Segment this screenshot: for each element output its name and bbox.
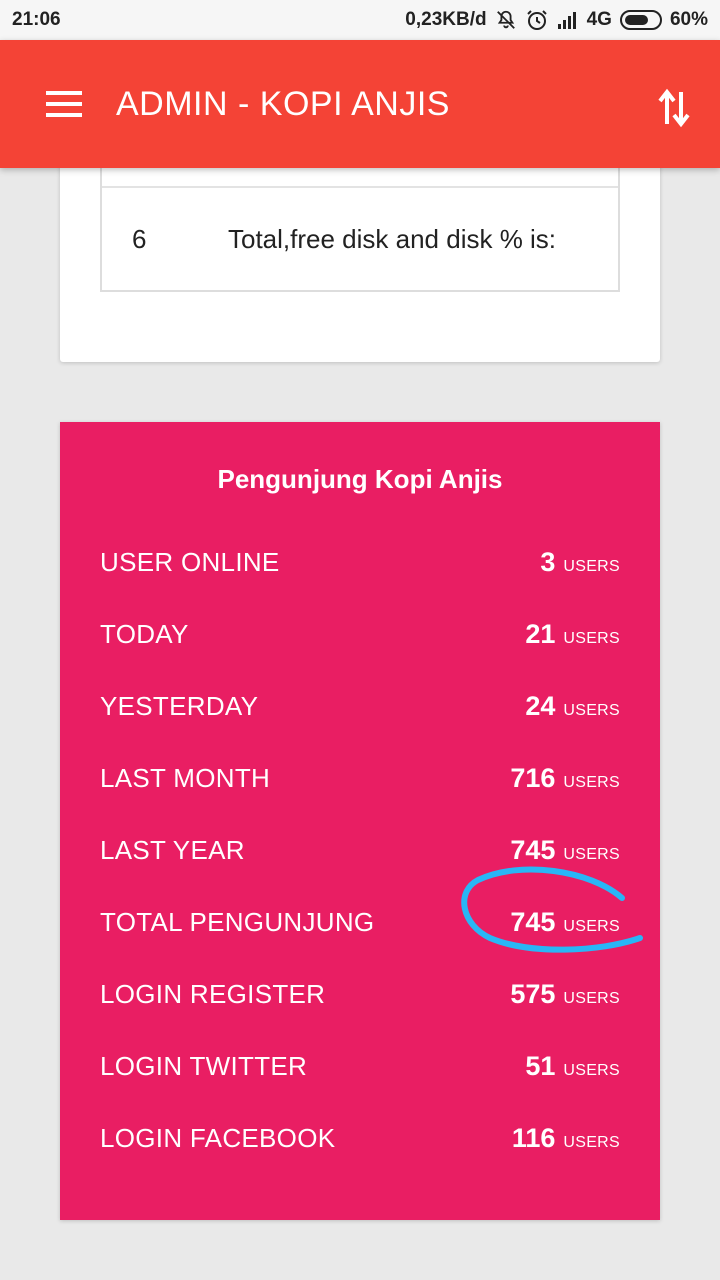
stat-label: LAST MONTH [100,762,271,793]
stat-unit: USERS [563,773,620,791]
stat-label: TODAY [100,618,189,649]
stat-label: LOGIN FACEBOOK [100,1122,336,1153]
stat-value: 745 [510,834,556,865]
app-title: ADMIN - KOPI ANJIS [116,84,450,123]
battery-icon [619,10,662,30]
table-row: 6 Total,free disk and disk % is: [102,186,618,290]
stat-unit: USERS [563,917,620,935]
stat-row-today: TODAY 21 USERS [100,614,620,654]
stat-row-yesterday: YESTERDAY 24 USERS [100,686,620,726]
swap-vertical-icon[interactable] [658,88,690,128]
stat-value: 716 [510,762,556,793]
app-bar: ADMIN - KOPI ANJIS [0,40,720,168]
stat-value: 3 [540,546,556,577]
stat-row-login-twitter: LOGIN TWITTER 51 USERS [100,1046,620,1086]
visitors-card: Pengunjung Kopi Anjis USER ONLINE 3 USERS… [60,422,660,1220]
stat-row-total-pengunjung: TOTAL PENGUNJUNG 745 USERS [100,902,620,942]
stat-row-last-year: LAST YEAR 745 USERS [100,830,620,870]
network-speed: 0,23KB/d [405,9,487,30]
visitors-title: Pengunjung Kopi Anjis [217,464,503,494]
stat-unit: USERS [563,557,620,575]
stat-row-last-month: LAST MONTH 716 USERS [100,758,620,798]
stat-label: USER ONLINE [100,546,280,577]
stat-row-login-facebook: LOGIN FACEBOOK 116 USERS [100,1118,620,1158]
alarm-icon [525,8,549,32]
battery-percent: 60% [669,9,708,30]
stat-label: LAST YEAR [100,834,245,865]
stat-unit: USERS [563,1061,620,1079]
network-type: 4G [586,9,612,30]
status-time: 21:06 [12,9,61,30]
stat-label: LOGIN REGISTER [100,978,326,1009]
stat-value: 21 [525,618,556,649]
row-label: Total,free disk and disk % is: [228,223,557,254]
signal-icon [557,10,579,30]
stat-unit: USERS [563,629,620,647]
stat-label: LOGIN TWITTER [100,1050,308,1081]
stat-row-user-online: USER ONLINE 3 USERS [100,542,620,582]
notifications-off-icon [495,9,517,31]
status-icons: 0,23KB/d 4G 60% [405,8,708,32]
stat-unit: USERS [563,989,620,1007]
stat-unit: USERS [563,701,620,719]
stat-unit: USERS [563,845,620,863]
stat-label: YESTERDAY [100,690,259,721]
stat-value: 51 [525,1050,556,1081]
stat-value: 116 [511,1122,556,1153]
stat-value: 24 [525,690,556,721]
row-number: 6 [132,223,147,254]
stat-unit: USERS [563,1133,620,1151]
stat-value: 745 [510,906,556,937]
stat-label: TOTAL PENGUNJUNG [100,906,375,937]
hamburger-menu-icon[interactable] [46,91,82,117]
stat-value: 575 [510,978,556,1009]
status-bar: 21:06 0,23KB/d 4G 60% [0,0,720,40]
stat-row-login-register: LOGIN REGISTER 575 USERS [100,974,620,1014]
